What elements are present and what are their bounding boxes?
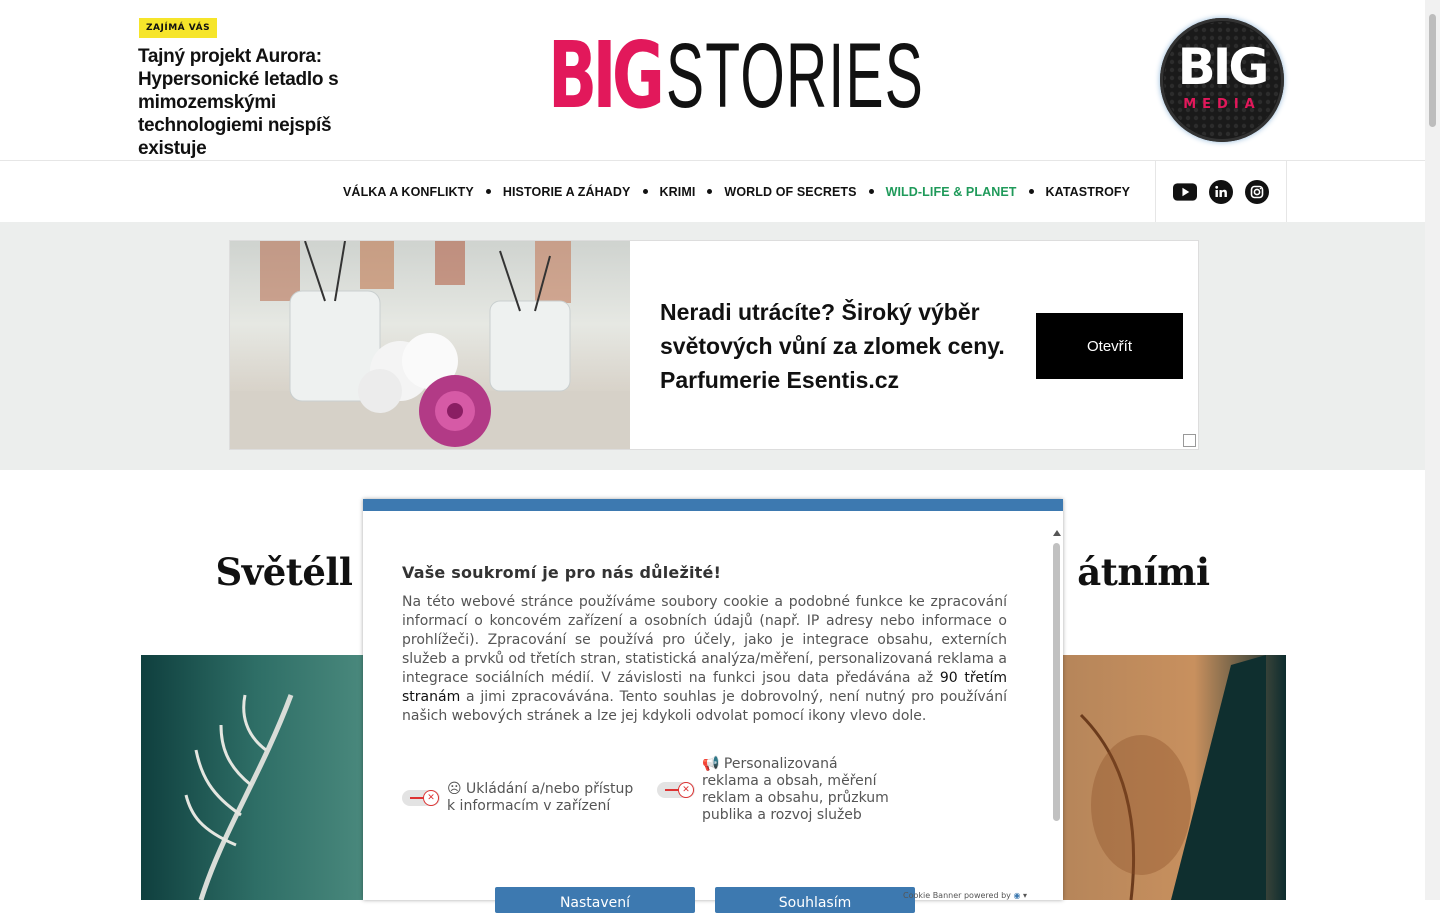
- cookie-banner-credit[interactable]: Cookie Banner powered by ◉ ▾: [903, 891, 1027, 900]
- linkedin-icon[interactable]: [1209, 179, 1233, 204]
- instagram-icon[interactable]: [1245, 179, 1269, 204]
- page-scrollbar-thumb[interactable]: [1429, 14, 1436, 127]
- nav-separator: [1028, 189, 1034, 194]
- nav-separator: [868, 189, 874, 194]
- ad-open-button[interactable]: Otevřít: [1036, 313, 1183, 379]
- advertisement-band: Neradi utrácíte? Široký výběr světových …: [0, 222, 1425, 470]
- teaser-title-link[interactable]: Tajný projekt Aurora: Hypersonické letad…: [138, 45, 388, 160]
- chevron-down-icon[interactable]: ▾: [1023, 891, 1027, 900]
- perfume-illustration: [230, 241, 630, 449]
- checkmark-logo-icon: ◉: [1013, 891, 1021, 900]
- cookie-icon: ☹: [447, 781, 467, 797]
- article-title-right: átními: [1077, 550, 1210, 594]
- nav-separator: [485, 189, 491, 194]
- main-navigation: VÁLKA A KONFLIKTY HISTORIE A ZÁHADY KRIM…: [0, 160, 1425, 223]
- logo-big-text: BIG: [548, 22, 665, 129]
- nav-item-katastrofy[interactable]: KATASTROFY: [1046, 185, 1131, 199]
- storage-option-label: Ukládání a/nebo přístup k informacím v z…: [447, 781, 634, 814]
- close-icon: ✕: [678, 782, 694, 798]
- social-links: [1155, 161, 1287, 222]
- close-icon: ✕: [423, 790, 439, 806]
- article-title-left: Světéll: [215, 550, 353, 594]
- megaphone-icon: 📢: [702, 756, 724, 772]
- cookie-heading: Vaše soukromí je pro nás důležité!: [402, 563, 722, 582]
- ad-headline[interactable]: Neradi utrácíte? Široký výběr světových …: [660, 295, 1020, 397]
- logo-stories-text: STORIES: [666, 25, 925, 127]
- consent-option-storage: ✕ ☹ Ukládání a/nebo přístup k informacím…: [402, 781, 642, 815]
- media-badge-big: BIG: [1177, 38, 1270, 96]
- nav-item-wildlife[interactable]: WILD-LIFE & PLANET: [886, 185, 1017, 199]
- dialog-scrollbar[interactable]: [1053, 529, 1061, 829]
- cookie-footer-text: Cookie Banner powered by: [903, 891, 1011, 900]
- site-header: ZAJÍMÁ VÁS Tajný projekt Aurora: Hyperso…: [0, 0, 1425, 160]
- cookie-description: Na této webové stránce používáme soubory…: [402, 593, 1007, 726]
- nav-item-krimi[interactable]: KRIMI: [660, 185, 696, 199]
- nav-separator: [707, 189, 713, 194]
- ads-option-label: Personalizovaná reklama a obsah, měření …: [702, 756, 889, 823]
- nav-item-historie[interactable]: HISTORIE A ZÁHADY: [503, 185, 631, 199]
- accept-button[interactable]: Souhlasím: [715, 887, 915, 913]
- big-media-logo[interactable]: BIG MEDIA: [1160, 18, 1284, 142]
- nav-menu: VÁLKA A KONFLIKTY HISTORIE A ZÁHADY KRIM…: [343, 161, 1130, 222]
- cookie-text-end: a jimi zpracovávána. Tento souhlas je do…: [402, 689, 1007, 724]
- teaser-badge: ZAJÍMÁ VÁS: [139, 18, 218, 38]
- nav-item-world-of-secrets[interactable]: WORLD OF SECRETS: [724, 185, 856, 199]
- advertisement[interactable]: Neradi utrácíte? Široký výběr světových …: [229, 240, 1199, 450]
- scroll-up-icon[interactable]: [1053, 529, 1061, 537]
- consent-option-ads: ✕ 📢 Personalizovaná reklama a obsah, měř…: [657, 756, 897, 824]
- youtube-icon[interactable]: [1173, 180, 1197, 204]
- site-logo[interactable]: BIG STORIES: [548, 22, 923, 129]
- storage-toggle[interactable]: ✕: [402, 790, 440, 806]
- cookie-text-start: Na této webové stránce používáme soubory…: [402, 594, 1007, 686]
- media-badge-media: MEDIA: [1183, 97, 1261, 112]
- ad-image-perfume[interactable]: [230, 241, 630, 449]
- nav-separator: [642, 189, 648, 194]
- dialog-scrollbar-thumb[interactable]: [1053, 543, 1060, 821]
- nav-item-valka[interactable]: VÁLKA A KONFLIKTY: [343, 185, 474, 199]
- ad-choices-icon[interactable]: [1183, 434, 1196, 447]
- ads-toggle[interactable]: ✕: [657, 782, 695, 798]
- cookie-consent-dialog[interactable]: Vaše soukromí je pro nás důležité! Na té…: [363, 499, 1063, 913]
- page-scrollbar[interactable]: [1425, 0, 1440, 900]
- settings-button[interactable]: Nastavení: [495, 887, 695, 913]
